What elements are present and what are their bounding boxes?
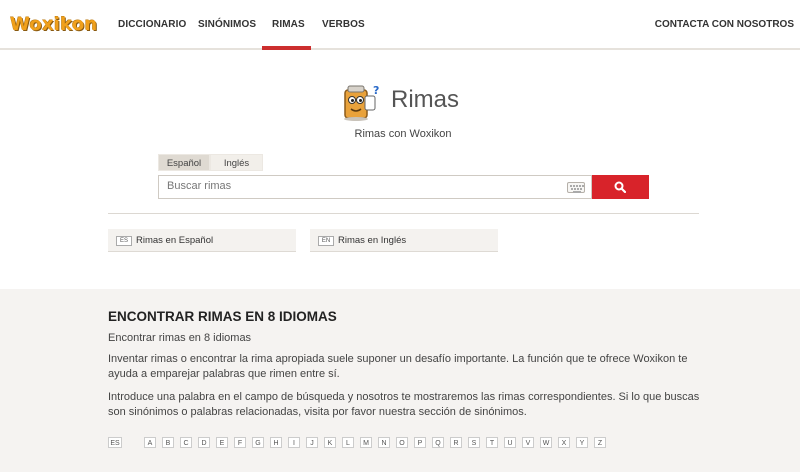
alphabet-letter[interactable]: O bbox=[396, 437, 408, 448]
alphabet-letter[interactable]: P bbox=[414, 437, 426, 448]
svg-text:?: ? bbox=[373, 84, 379, 97]
alphabet-letter[interactable]: A bbox=[144, 437, 156, 448]
alphabet-letter[interactable]: T bbox=[486, 437, 498, 448]
nav-contact[interactable]: CONTACTA CON NOSOTROS bbox=[655, 19, 794, 30]
nav-diccionario[interactable]: DICCIONARIO bbox=[118, 19, 186, 30]
woxikon-logo[interactable]: Woxikon bbox=[10, 14, 97, 35]
alphabet-letter[interactable]: S bbox=[468, 437, 480, 448]
alphabet-letter[interactable]: B bbox=[162, 437, 174, 448]
info-paragraph-1: Inventar rimas o encontrar la rima aprop… bbox=[108, 353, 688, 380]
section-heading: ENCONTRAR RIMAS EN 8 IDIOMAS bbox=[108, 309, 337, 324]
alphabet-letter[interactable]: M bbox=[360, 437, 372, 448]
alphabet-letter[interactable]: F bbox=[234, 437, 246, 448]
alphabet-letter[interactable]: N bbox=[378, 437, 390, 448]
page-title: Rimas bbox=[391, 86, 460, 113]
alphabet-letter[interactable]: W bbox=[540, 437, 552, 448]
active-nav-indicator bbox=[262, 46, 311, 50]
alphabet-letter[interactable]: X bbox=[558, 437, 570, 448]
alphabet-letter[interactable]: E bbox=[216, 437, 228, 448]
alphabet-letter[interactable]: Q bbox=[432, 437, 444, 448]
search-placeholder: Buscar rimas bbox=[167, 180, 232, 192]
info-paragraph-2: Introduce una palabra en el campo de bús… bbox=[108, 391, 700, 418]
alphabet-letter[interactable]: I bbox=[288, 437, 300, 448]
search-input[interactable]: Buscar rimas bbox=[158, 175, 592, 199]
section-subheading: Encontrar rimas en 8 idiomas bbox=[108, 332, 252, 344]
alphabet-letter[interactable]: D bbox=[198, 437, 210, 448]
alphabet-letter[interactable]: Y bbox=[576, 437, 588, 448]
tab-ingles[interactable]: Inglés bbox=[210, 154, 263, 171]
keyboard-icon[interactable] bbox=[567, 182, 585, 193]
top-navigation: Woxikon DICCIONARIO SINÓNIMOS RIMAS VERB… bbox=[0, 0, 800, 50]
info-section: ENCONTRAR RIMAS EN 8 IDIOMAS Encontrar r… bbox=[0, 289, 800, 472]
alphabet-letter[interactable]: G bbox=[252, 437, 264, 448]
link-rimas-ingles[interactable]: EN Rimas en Inglés bbox=[310, 229, 498, 252]
nav-rimas[interactable]: RIMAS bbox=[272, 19, 305, 30]
link-label: Rimas en Español bbox=[136, 235, 214, 246]
alphabet-letter[interactable]: V bbox=[522, 437, 534, 448]
language-code-badge: ES bbox=[116, 236, 132, 246]
alphabet-letter[interactable]: H bbox=[270, 437, 282, 448]
tab-espanol[interactable]: Español bbox=[158, 154, 210, 171]
language-code-badge: EN bbox=[318, 236, 334, 246]
alphabet-letter[interactable]: C bbox=[180, 437, 192, 448]
alphabet-letter[interactable]: J bbox=[306, 437, 318, 448]
alphabet-letter[interactable]: K bbox=[324, 437, 336, 448]
nav-verbos[interactable]: VERBOS bbox=[322, 19, 365, 30]
alphabet-letter[interactable]: Z bbox=[594, 437, 606, 448]
divider bbox=[108, 213, 699, 214]
alphabet-letter[interactable]: U bbox=[504, 437, 516, 448]
search-icon bbox=[614, 181, 626, 193]
alphabet-lang-badge[interactable]: ES bbox=[108, 437, 122, 448]
alphabet-letter[interactable]: L bbox=[342, 437, 354, 448]
rhyme-mascot-icon: ? bbox=[340, 82, 384, 122]
link-rimas-espanol[interactable]: ES Rimas en Español bbox=[108, 229, 296, 252]
search-button[interactable] bbox=[592, 175, 649, 199]
nav-sinonimos[interactable]: SINÓNIMOS bbox=[198, 19, 256, 30]
link-label: Rimas en Inglés bbox=[338, 235, 407, 246]
page-subtitle: Rimas con Woxikon bbox=[354, 128, 452, 140]
alphabet-letter[interactable]: R bbox=[450, 437, 462, 448]
